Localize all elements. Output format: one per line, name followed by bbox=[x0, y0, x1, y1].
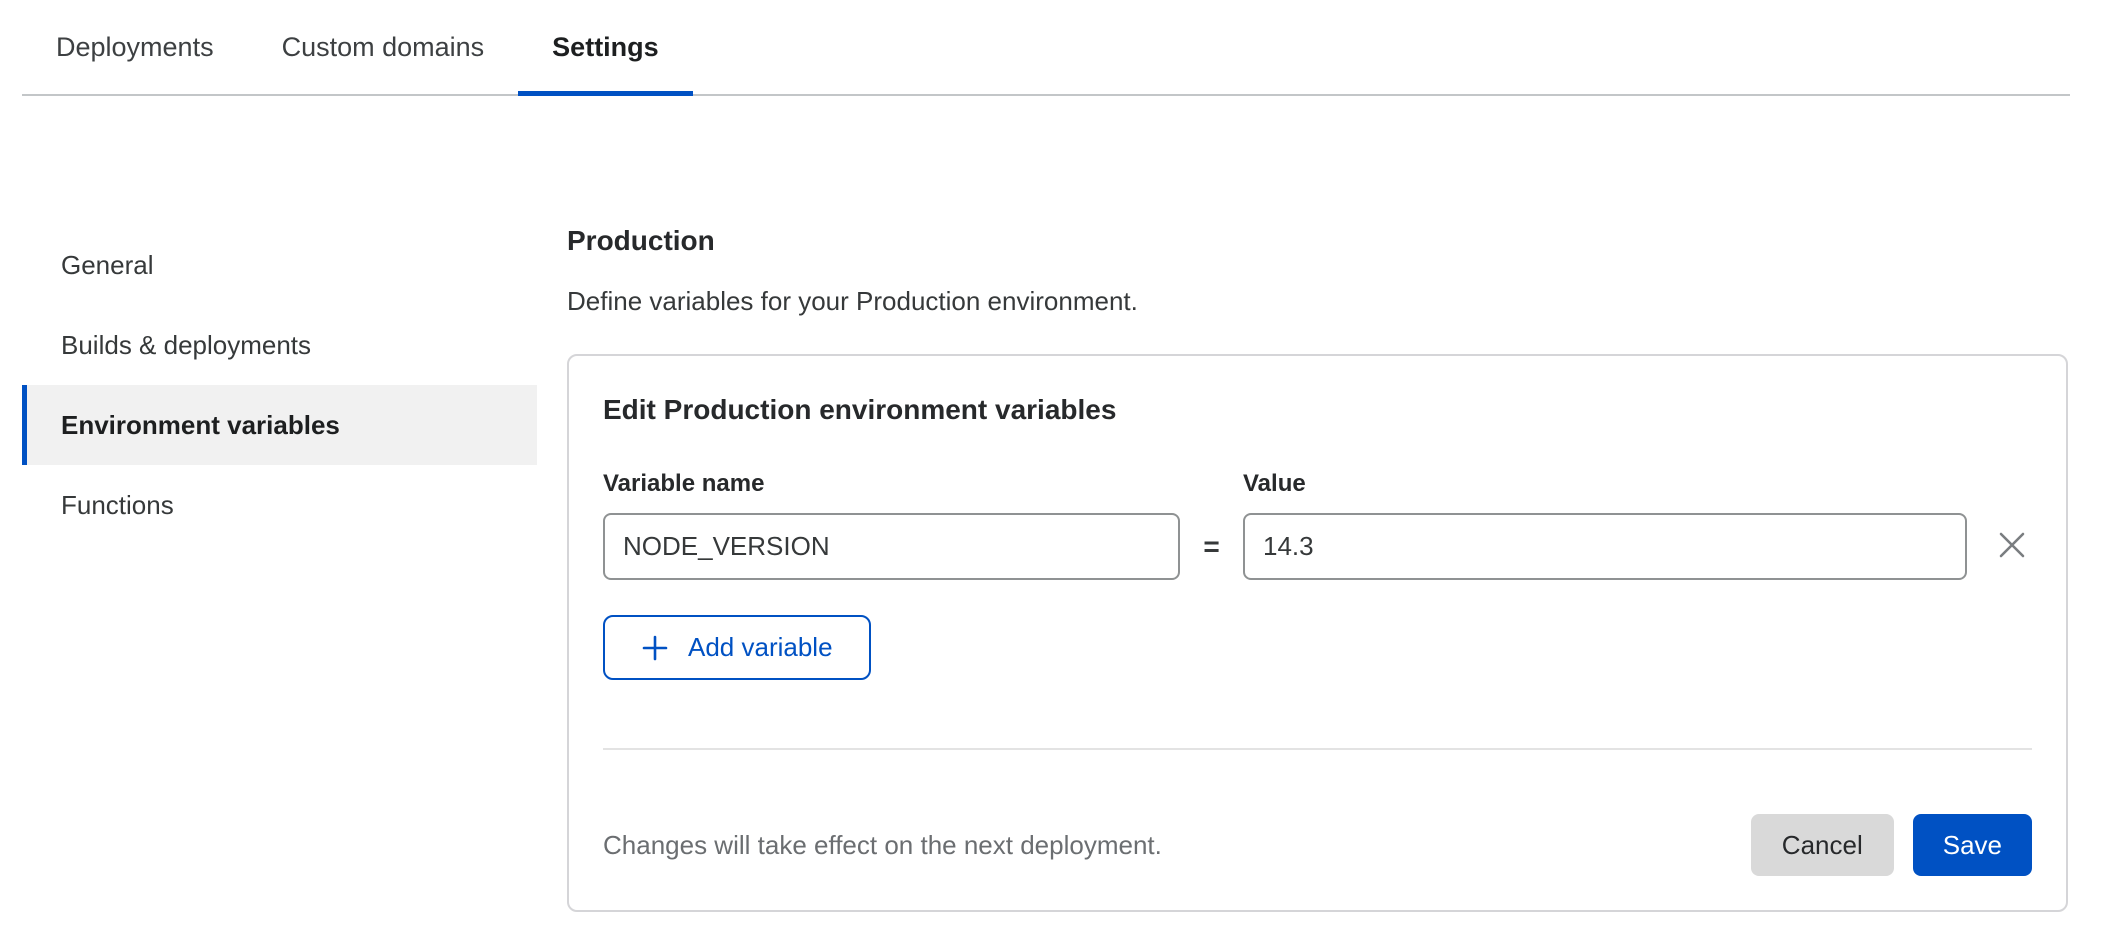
footer-buttons: Cancel Save bbox=[1751, 814, 2032, 876]
sidebar-item-functions[interactable]: Functions bbox=[22, 465, 537, 545]
section-title: Production bbox=[567, 227, 2068, 255]
equals-sign: = bbox=[1180, 513, 1243, 580]
variable-row: Variable name = Value bbox=[603, 472, 2032, 580]
tab-label: Deployments bbox=[56, 32, 214, 63]
sidebar-item-label: General bbox=[61, 250, 154, 281]
remove-variable-button[interactable] bbox=[1991, 524, 2033, 566]
sidebar-item-environment-variables[interactable]: Environment variables bbox=[22, 385, 537, 465]
tab-settings[interactable]: Settings bbox=[518, 0, 693, 94]
deployment-note: Changes will take effect on the next dep… bbox=[603, 830, 1162, 861]
add-variable-button[interactable]: Add variable bbox=[603, 615, 871, 680]
sidebar-item-label: Functions bbox=[61, 490, 174, 521]
variable-value-input[interactable] bbox=[1243, 513, 1967, 580]
x-icon bbox=[1995, 528, 2029, 562]
main-panel: Production Define variables for your Pro… bbox=[567, 227, 2068, 912]
sidebar-item-label: Builds & deployments bbox=[61, 330, 311, 361]
variable-name-label: Variable name bbox=[603, 472, 1180, 496]
save-button[interactable]: Save bbox=[1913, 814, 2032, 876]
variable-value-field-group: Value bbox=[1243, 472, 1967, 580]
tab-label: Custom domains bbox=[282, 32, 485, 63]
card-title: Edit Production environment variables bbox=[603, 396, 2032, 424]
card-footer: Changes will take effect on the next dep… bbox=[603, 814, 2032, 876]
tab-bar: Deployments Custom domains Settings bbox=[22, 0, 2070, 96]
tab-custom-domains[interactable]: Custom domains bbox=[248, 0, 519, 94]
variable-name-input[interactable] bbox=[603, 513, 1180, 580]
cancel-button[interactable]: Cancel bbox=[1751, 814, 1894, 876]
sidebar-item-label: Environment variables bbox=[61, 410, 340, 441]
tab-label: Settings bbox=[552, 32, 659, 63]
add-variable-label: Add variable bbox=[688, 632, 833, 663]
section-description: Define variables for your Production env… bbox=[567, 288, 2068, 314]
settings-content: General Builds & deployments Environment… bbox=[0, 96, 2121, 912]
sidebar-item-general[interactable]: General bbox=[22, 225, 537, 305]
sidebar-item-builds-deployments[interactable]: Builds & deployments bbox=[22, 305, 537, 385]
card-divider bbox=[603, 748, 2032, 750]
settings-sidebar: General Builds & deployments Environment… bbox=[22, 225, 537, 545]
variable-value-label: Value bbox=[1243, 472, 1967, 496]
environment-variables-card: Edit Production environment variables Va… bbox=[567, 354, 2068, 912]
tab-deployments[interactable]: Deployments bbox=[22, 0, 248, 94]
variable-name-field-group: Variable name bbox=[603, 472, 1180, 580]
plus-icon bbox=[641, 634, 669, 662]
